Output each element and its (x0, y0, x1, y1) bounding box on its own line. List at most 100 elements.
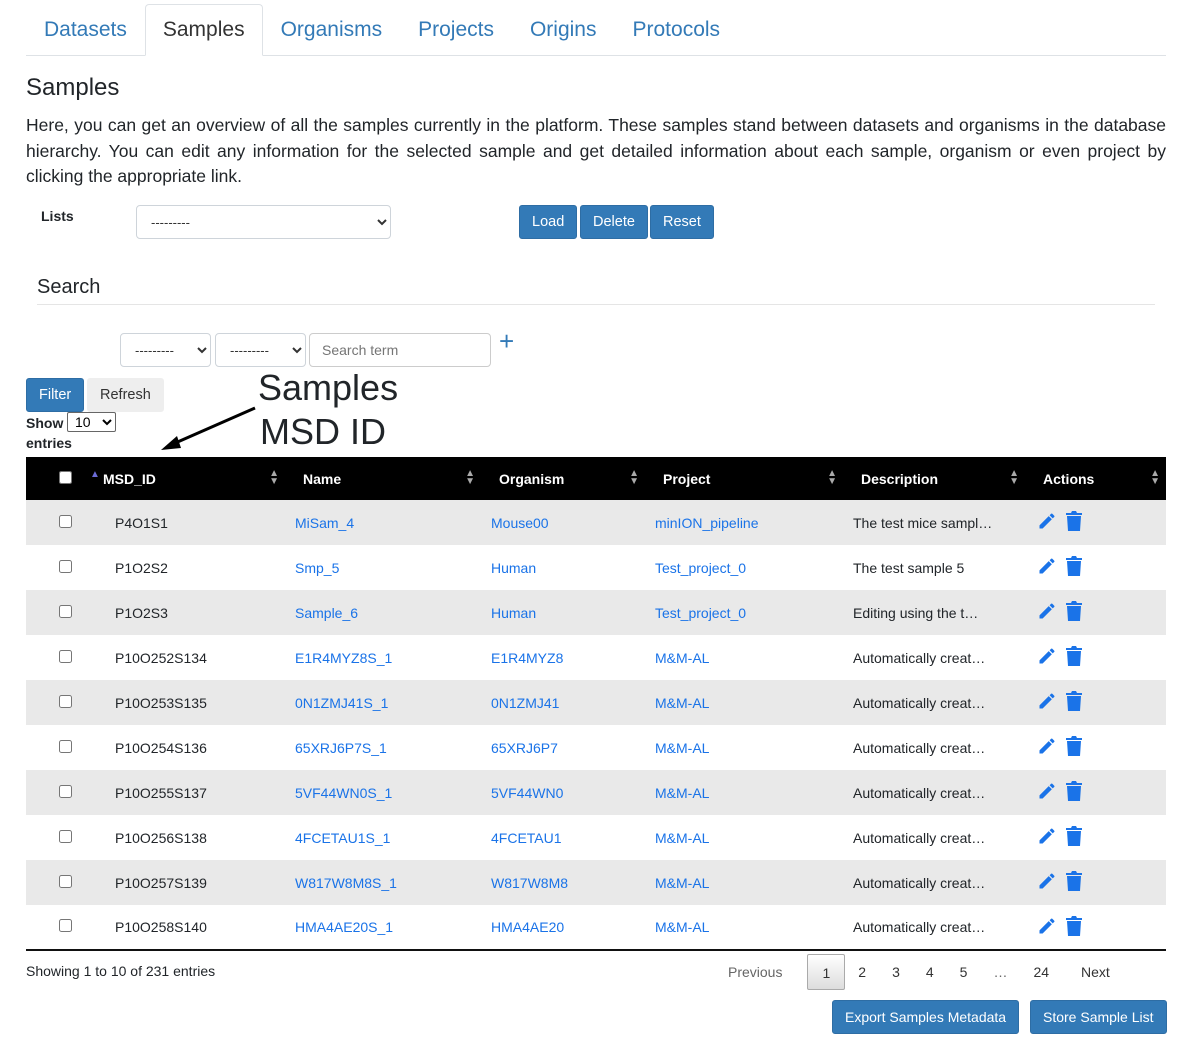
column-header-msd-id[interactable]: MSD_ID ▲ ▼ (85, 457, 285, 500)
page-24-button[interactable]: 24 (1020, 954, 1062, 990)
sort-icon[interactable]: ▲ ▼ (465, 469, 475, 487)
project-link[interactable]: Test_project_0 (655, 605, 746, 621)
pagination-ellipsis[interactable]: … (980, 954, 1020, 990)
column-header-actions[interactable]: Actions ▲ ▼ (1025, 457, 1166, 500)
delete-trash-icon[interactable] (1065, 691, 1083, 714)
organism-link[interactable]: 4FCETAU1 (491, 830, 562, 846)
row-checkbox[interactable] (59, 829, 72, 843)
project-link[interactable]: M&M-AL (655, 919, 709, 935)
organism-link[interactable]: 65XRJ6P7 (491, 740, 558, 756)
tab-datasets[interactable]: Datasets (26, 4, 145, 55)
edit-pencil-icon[interactable] (1037, 828, 1057, 849)
search-operator-select[interactable]: --------- (215, 333, 306, 367)
page-length-select[interactable]: 10 (67, 412, 116, 432)
column-header-description[interactable]: Description ▲ ▼ (843, 457, 1025, 500)
edit-pencil-icon[interactable] (1037, 917, 1057, 939)
row-checkbox[interactable] (59, 604, 72, 618)
edit-pencil-icon[interactable] (1037, 513, 1057, 534)
project-link[interactable]: M&M-AL (655, 785, 709, 801)
tab-projects[interactable]: Projects (400, 4, 512, 55)
organism-link[interactable]: 5VF44WN0 (491, 785, 563, 801)
previous-page-button[interactable]: Previous (715, 954, 795, 990)
sort-icon[interactable]: ▲ ▼ (269, 469, 279, 487)
page-5-button[interactable]: 5 (947, 954, 981, 990)
edit-pencil-icon[interactable] (1037, 693, 1057, 714)
delete-trash-icon[interactable] (1065, 781, 1083, 804)
project-link[interactable]: M&M-AL (655, 875, 709, 891)
organism-link[interactable]: 0N1ZMJ41 (491, 695, 559, 711)
sample-name-link[interactable]: 0N1ZMJ41S_1 (295, 695, 388, 711)
page-4-button[interactable]: 4 (913, 954, 947, 990)
project-link[interactable]: M&M-AL (655, 695, 709, 711)
column-header-name[interactable]: Name ▲ ▼ (285, 457, 481, 500)
organism-link[interactable]: E1R4MYZ8 (491, 650, 563, 666)
sample-name-link[interactable]: E1R4MYZ8S_1 (295, 650, 392, 666)
tab-organisms[interactable]: Organisms (263, 4, 401, 55)
add-condition-button[interactable]: + (499, 326, 514, 357)
page-1-button[interactable]: 1 (807, 954, 846, 990)
column-header-project[interactable]: Project ▲ ▼ (645, 457, 843, 500)
row-checkbox[interactable] (59, 649, 72, 663)
delete-trash-icon[interactable] (1065, 511, 1083, 534)
project-link[interactable]: Test_project_0 (655, 560, 746, 576)
project-link[interactable]: M&M-AL (655, 830, 709, 846)
row-checkbox[interactable] (59, 784, 72, 798)
lists-select[interactable]: --------- (136, 205, 391, 239)
load-button[interactable]: Load (519, 205, 578, 239)
delete-trash-icon[interactable] (1065, 826, 1083, 849)
project-link[interactable]: minION_pipeline (655, 515, 759, 531)
sample-name-link[interactable]: Smp_5 (295, 560, 339, 576)
row-checkbox[interactable] (59, 739, 72, 753)
delete-trash-icon[interactable] (1065, 556, 1083, 579)
delete-trash-icon[interactable] (1065, 871, 1083, 894)
organism-link[interactable]: W817W8M8 (491, 875, 568, 891)
reset-button[interactable]: Reset (650, 205, 714, 239)
edit-pencil-icon[interactable] (1037, 738, 1057, 759)
delete-button[interactable]: Delete (580, 205, 648, 239)
row-checkbox[interactable] (59, 514, 72, 528)
sort-icon[interactable]: ▲ ▼ (629, 469, 639, 487)
search-field-select[interactable]: --------- (120, 333, 211, 367)
column-header-organism[interactable]: Organism ▲ ▼ (481, 457, 645, 500)
sample-name-link[interactable]: 65XRJ6P7S_1 (295, 740, 387, 756)
edit-pencil-icon[interactable] (1037, 648, 1057, 669)
delete-trash-icon[interactable] (1065, 915, 1083, 939)
row-checkbox[interactable] (59, 874, 72, 888)
organism-link[interactable]: Mouse00 (491, 515, 549, 531)
project-link[interactable]: M&M-AL (655, 740, 709, 756)
sample-name-link[interactable]: Sample_6 (295, 605, 358, 621)
tab-origins[interactable]: Origins (512, 4, 615, 55)
sort-icon[interactable]: ▲ ▼ (827, 469, 837, 487)
row-checkbox[interactable] (59, 919, 72, 932)
refresh-button[interactable]: Refresh (87, 378, 164, 412)
sample-name-link[interactable]: 5VF44WN0S_1 (295, 785, 392, 801)
row-checkbox[interactable] (59, 559, 72, 573)
export-metadata-button[interactable]: Export Samples Metadata (832, 1000, 1020, 1034)
organism-link[interactable]: HMA4AE20 (491, 919, 564, 935)
row-checkbox[interactable] (59, 694, 72, 708)
edit-pencil-icon[interactable] (1037, 603, 1057, 624)
edit-pencil-icon[interactable] (1037, 783, 1057, 804)
sample-name-link[interactable]: 4FCETAU1S_1 (295, 830, 390, 846)
select-all-checkbox[interactable] (59, 470, 72, 484)
sample-name-link[interactable]: W817W8M8S_1 (295, 875, 397, 891)
project-link[interactable]: M&M-AL (655, 650, 709, 666)
sample-name-link[interactable]: MiSam_4 (295, 515, 354, 531)
page-2-button[interactable]: 2 (845, 954, 879, 990)
edit-pencil-icon[interactable] (1037, 873, 1057, 894)
page-3-button[interactable]: 3 (879, 954, 913, 990)
sample-name-link[interactable]: HMA4AE20S_1 (295, 919, 393, 935)
edit-pencil-icon[interactable] (1037, 558, 1057, 579)
sort-icon[interactable]: ▲ ▼ (1150, 469, 1160, 487)
sort-icon[interactable]: ▲ ▼ (1009, 469, 1019, 487)
delete-trash-icon[interactable] (1065, 646, 1083, 669)
next-page-button[interactable]: Next (1068, 954, 1123, 990)
search-input[interactable] (309, 333, 491, 367)
organism-link[interactable]: Human (491, 560, 536, 576)
filter-button[interactable]: Filter (26, 378, 85, 412)
store-sample-list-button[interactable]: Store Sample List (1030, 1000, 1167, 1034)
delete-trash-icon[interactable] (1065, 601, 1083, 624)
delete-trash-icon[interactable] (1065, 736, 1083, 759)
tab-protocols[interactable]: Protocols (615, 4, 739, 55)
tab-samples[interactable]: Samples (144, 4, 263, 56)
